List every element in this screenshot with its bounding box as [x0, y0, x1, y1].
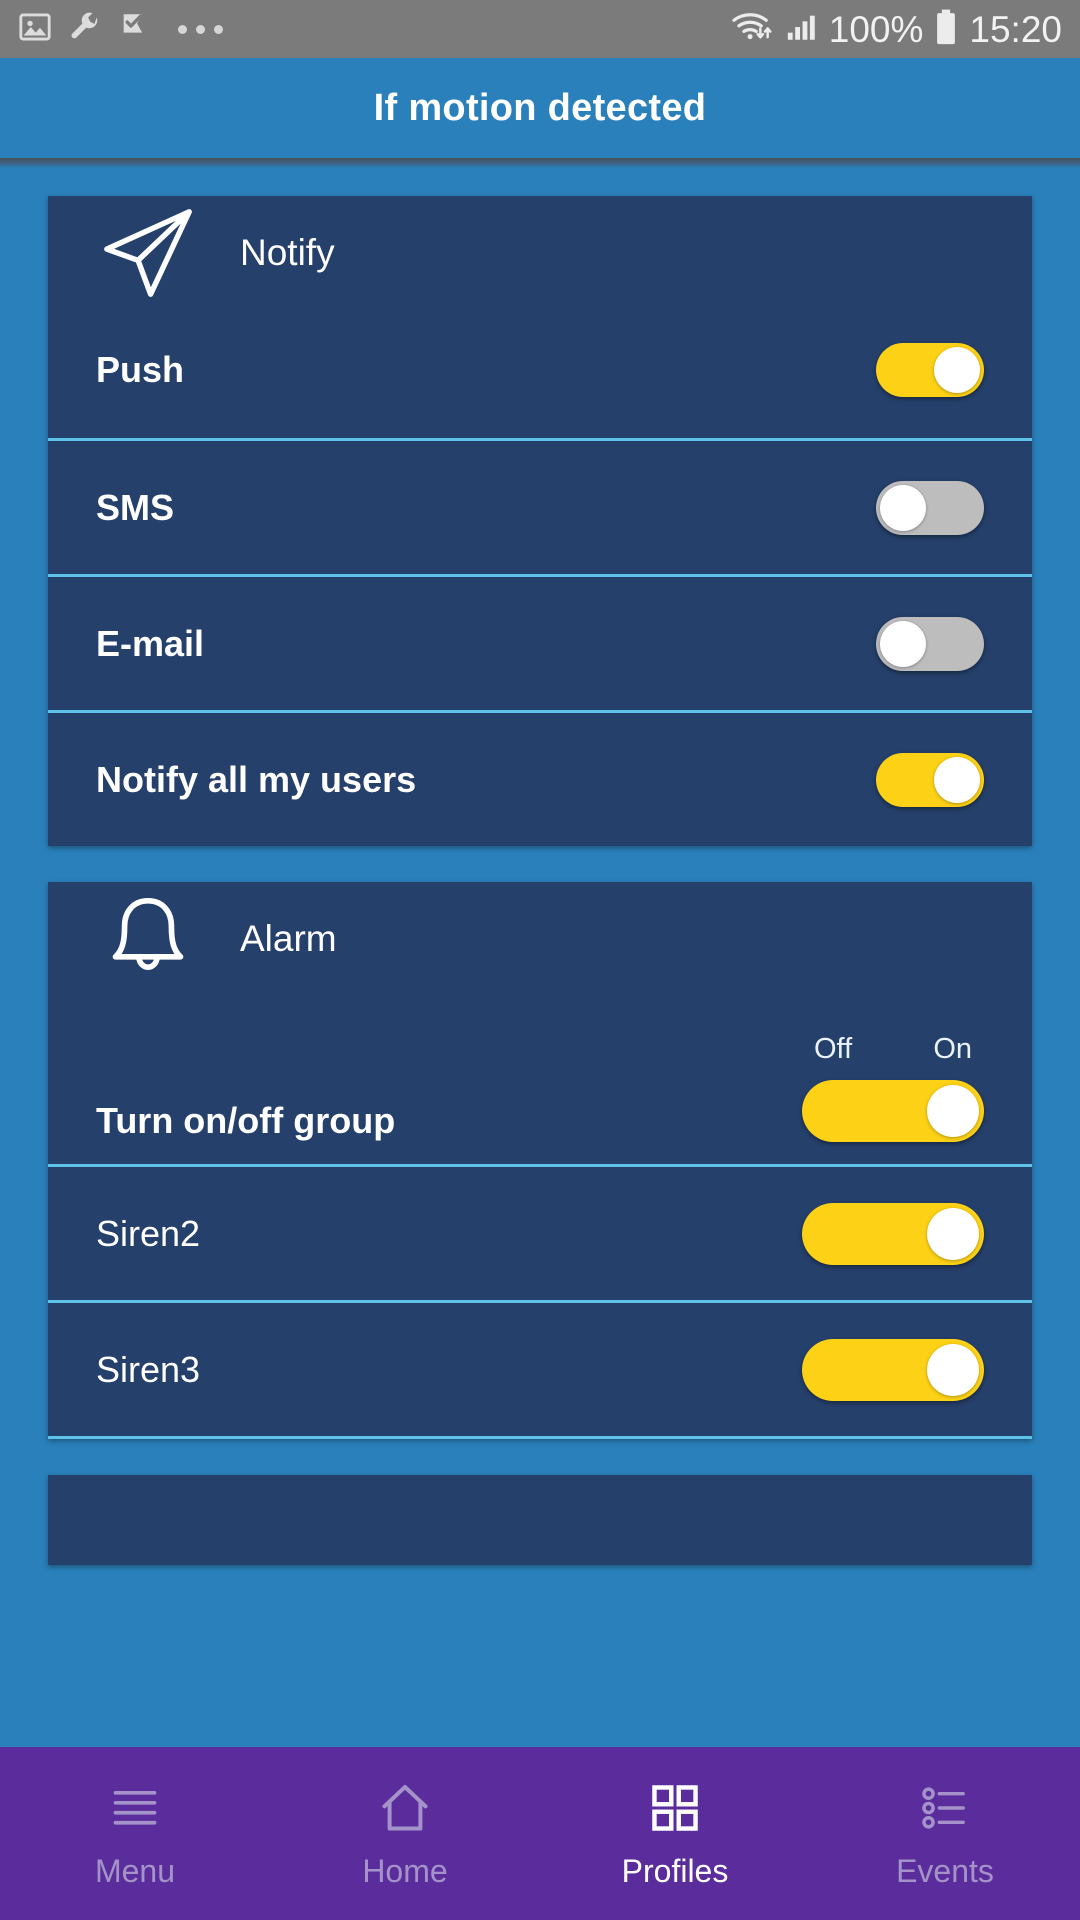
row-label-email: E-mail — [96, 622, 205, 664]
hamburger-menu-icon — [107, 1777, 163, 1839]
notify-card: Notify Push SMS E-mail Notify all my use… — [48, 196, 1032, 846]
nav-label-profiles: Profiles — [621, 1853, 729, 1889]
toggle-knob — [880, 484, 926, 531]
toggle-siren3[interactable] — [802, 1338, 984, 1401]
toggle-knob — [934, 756, 980, 803]
toggle-knob — [934, 347, 980, 393]
alarm-card: Alarm Turn on/off group Off On Siren2 Si… — [48, 882, 1032, 1439]
row-label-push: Push — [96, 349, 185, 390]
app-bar-shadow — [0, 158, 1080, 168]
toggle-notify-all-users[interactable] — [876, 752, 984, 807]
status-bar: 100% 15:20 — [0, 0, 1080, 58]
next-card-peek[interactable] — [48, 1475, 1032, 1565]
row-siren3[interactable]: Siren3 — [48, 1300, 1032, 1436]
toggle-siren2[interactable] — [802, 1202, 984, 1265]
battery-percent-label: 100% — [828, 8, 924, 50]
row-label-turn-on-off-group: Turn on/off group — [96, 1100, 396, 1141]
alarm-card-title: Alarm — [240, 918, 337, 959]
toggle-knob — [927, 1085, 979, 1137]
wrench-icon — [68, 10, 102, 49]
row-label-siren3: Siren3 — [96, 1348, 201, 1390]
toggle-scale-labels: Off On — [802, 1033, 984, 1080]
check-flag-icon — [118, 10, 152, 49]
app-screen: 100% 15:20 If motion detected Notify Pus… — [0, 0, 1080, 1920]
settings-scroll-area[interactable]: Notify Push SMS E-mail Notify all my use… — [0, 168, 1080, 1920]
nav-item-events[interactable]: Events — [810, 1747, 1080, 1920]
nav-item-profiles[interactable]: Profiles — [540, 1747, 810, 1920]
toggle-turn-on-off-group[interactable] — [802, 1080, 984, 1142]
nav-label-home: Home — [362, 1853, 448, 1889]
clock-label: 15:20 — [969, 8, 1062, 50]
overflow-dots-icon — [178, 24, 223, 34]
image-icon — [18, 10, 52, 49]
row-push[interactable]: Push — [48, 302, 1032, 438]
toggle-email[interactable] — [876, 616, 984, 671]
row-label-notify-all-users: Notify all my users — [96, 758, 417, 800]
row-email[interactable]: E-mail — [48, 574, 1032, 710]
bell-icon — [96, 898, 200, 970]
toggle-knob — [927, 1343, 979, 1396]
toggle-scale-off-label: Off — [814, 1033, 853, 1065]
bottom-navigation-bar: Menu Home Profiles Events — [0, 1747, 1080, 1920]
page-title: If motion detected — [373, 86, 707, 129]
row-siren2[interactable]: Siren2 — [48, 1164, 1032, 1300]
notify-card-header: Notify — [48, 196, 1032, 302]
toggle-push[interactable] — [876, 343, 984, 397]
toggle-sms[interactable] — [876, 480, 984, 535]
toggle-knob — [880, 620, 926, 667]
notify-card-title: Notify — [240, 232, 335, 273]
nav-item-home[interactable]: Home — [270, 1747, 540, 1920]
toggle-scale-on-label: On — [933, 1033, 972, 1065]
row-label-sms: SMS — [96, 486, 175, 528]
status-bar-left-icons — [18, 10, 223, 49]
toggle-knob — [927, 1207, 979, 1260]
signal-icon — [785, 10, 819, 49]
alarm-card-bottom-divider — [48, 1436, 1032, 1439]
row-label-siren2: Siren2 — [96, 1212, 201, 1254]
battery-icon — [933, 8, 959, 51]
row-notify-all-users[interactable]: Notify all my users — [48, 710, 1032, 846]
row-sms[interactable]: SMS — [48, 438, 1032, 574]
home-icon — [375, 1777, 435, 1839]
row-turn-on-off-group[interactable]: Turn on/off group Off On — [48, 988, 1032, 1164]
alarm-card-header: Alarm — [48, 882, 1032, 988]
paper-plane-icon — [96, 209, 200, 297]
toggle-wrap-turn-on-off-group: Off On — [802, 1033, 984, 1142]
wifi-icon — [731, 9, 775, 50]
grid-squares-icon — [646, 1777, 704, 1839]
app-bar: If motion detected — [0, 58, 1080, 158]
nav-label-events: Events — [896, 1853, 994, 1889]
bulleted-list-icon — [916, 1777, 974, 1839]
nav-label-menu: Menu — [94, 1853, 176, 1889]
status-bar-right-icons: 100% 15:20 — [731, 8, 1062, 51]
nav-item-menu[interactable]: Menu — [0, 1747, 270, 1920]
